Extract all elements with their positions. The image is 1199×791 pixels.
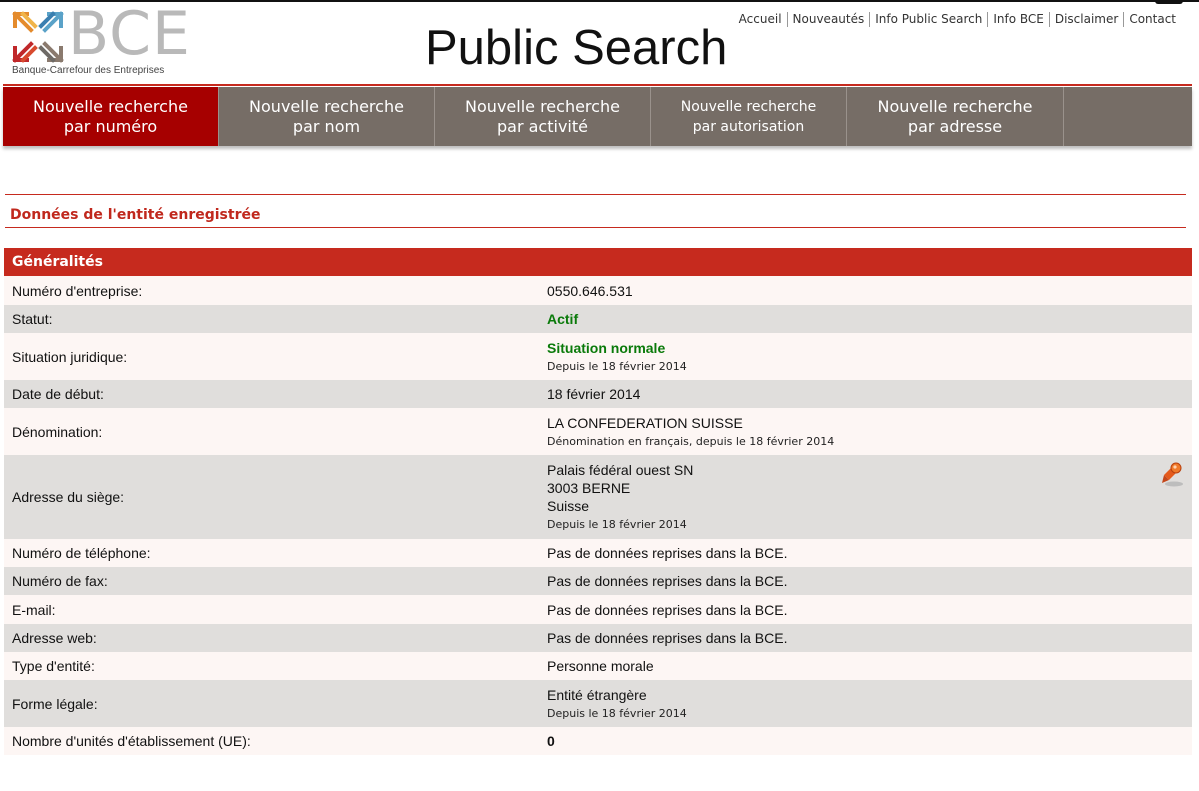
table-row-website: Adresse web: Pas de données reprises dan… <box>4 624 1192 652</box>
tab-line2: par numéro <box>63 116 158 136</box>
table-row-start-date: Date de début: 18 février 2014 <box>4 380 1192 408</box>
row-value: 0550.646.531 <box>547 276 1192 305</box>
tab-line1: Nouvelle recherche <box>680 98 817 115</box>
address-line3: Suisse <box>547 498 590 514</box>
row-value: 0 <box>547 727 1192 755</box>
page: BCE Banque-Carrefour des Entreprises Pub… <box>0 0 1199 791</box>
table-row-phone: Numéro de téléphone: Pas de données repr… <box>4 539 1192 567</box>
table-row-entity-type: Type d'entité: Personne morale <box>4 652 1192 680</box>
main-nav: Nouvelle recherche par numéro Nouvelle r… <box>3 87 1192 146</box>
legal-situation-value: Situation normale <box>547 339 666 356</box>
table-heading: Généralités <box>4 248 1192 276</box>
table-row-legal-situation: Situation juridique: Situation normale D… <box>4 333 1192 380</box>
tab-line1: Nouvelle recherche <box>465 96 620 116</box>
row-label: Type d'entité: <box>12 658 95 674</box>
tab-search-by-authorisation[interactable]: Nouvelle recherche par autorisation <box>651 87 847 146</box>
top-edge-tab <box>1155 0 1183 4</box>
enterprise-number-value: 0550.646.531 <box>547 282 633 299</box>
nav-filler <box>1064 87 1192 146</box>
header-divider <box>3 84 1192 86</box>
website-value: Pas de données reprises dans la BCE. <box>547 630 788 646</box>
status-value: Actif <box>547 311 579 327</box>
start-date-value: 18 février 2014 <box>547 386 641 402</box>
table-row-legal-form: Forme légale: Entité étrangère Depuis le… <box>4 680 1192 727</box>
row-value: Actif <box>547 305 1192 333</box>
tab-line1: Nouvelle recherche <box>249 96 404 116</box>
legal-form-value: Entité étrangère <box>547 686 647 703</box>
tab-line2: par autorisation <box>692 118 805 135</box>
row-label: Dénomination: <box>12 423 103 440</box>
row-label: Forme légale: <box>12 695 98 712</box>
row-value: Pas de données reprises dans la BCE. <box>547 595 1192 624</box>
logo-letters: BCE <box>68 0 191 69</box>
map-pin-icon[interactable] <box>1160 461 1184 487</box>
table-row-enterprise-number: Numéro d'entreprise: 0550.646.531 <box>4 276 1192 305</box>
denomination-note: Dénomination en français, depuis le 18 f… <box>547 434 835 448</box>
logo-caption: Banque-Carrefour des Entreprises <box>12 65 165 76</box>
row-label: E-mail: <box>12 601 56 618</box>
link-disclaimer[interactable]: Disclaimer <box>1048 12 1123 27</box>
phone-value: Pas de données reprises dans la BCE. <box>547 545 788 561</box>
row-value: Personne morale <box>547 652 1192 680</box>
table-row-fax: Numéro de fax: Pas de données reprises d… <box>4 567 1192 595</box>
row-label: Numéro de téléphone: <box>12 545 151 561</box>
bce-logo[interactable]: BCE Banque-Carrefour des Entreprises <box>11 4 201 80</box>
row-value: LA CONFEDERATION SUISSE Dénomination en … <box>547 408 1192 455</box>
row-label: Statut: <box>12 311 53 327</box>
legal-form-note: Depuis le 18 février 2014 <box>547 706 687 720</box>
tab-line2: par adresse <box>907 116 1003 136</box>
row-value: Entité étrangère Depuis le 18 février 20… <box>547 680 1192 727</box>
address-line2: 3003 BERNE <box>547 480 631 496</box>
bce-logo-arrows-icon <box>12 11 64 63</box>
establishment-units-value: 0 <box>547 733 555 749</box>
tab-search-by-activity[interactable]: Nouvelle recherche par activité <box>435 87 651 146</box>
row-label: Nombre d'unités d'établissement (UE): <box>12 733 251 749</box>
tab-line1: Nouvelle recherche <box>33 96 188 116</box>
tab-search-by-address[interactable]: Nouvelle recherche par adresse <box>847 87 1064 146</box>
section-rule-top <box>5 194 1186 195</box>
email-value: Pas de données reprises dans la BCE. <box>547 601 788 618</box>
row-value: Pas de données reprises dans la BCE. <box>547 539 1192 567</box>
tab-line2: par activité <box>497 116 588 136</box>
table-row-email: E-mail: Pas de données reprises dans la … <box>4 595 1192 624</box>
row-value: Situation normale Depuis le 18 février 2… <box>547 333 1192 380</box>
legal-situation-note: Depuis le 18 février 2014 <box>547 359 687 373</box>
table-row-address: Adresse du siège: Palais fédéral ouest S… <box>4 455 1192 539</box>
section-title: Données de l'entité enregistrée <box>10 207 261 223</box>
tab-search-by-number[interactable]: Nouvelle recherche par numéro <box>3 87 219 146</box>
tab-line2: par nom <box>292 116 361 136</box>
denomination-value: LA CONFEDERATION SUISSE <box>547 414 743 431</box>
row-label: Situation juridique: <box>12 348 128 365</box>
table-row-denomination: Dénomination: LA CONFEDERATION SUISSE Dé… <box>4 408 1192 455</box>
row-label: Numéro d'entreprise: <box>12 282 143 299</box>
row-value: Palais fédéral ouest SN 3003 BERNE Suiss… <box>547 455 1192 539</box>
table-row-establishment-units: Nombre d'unités d'établissement (UE): 0 <box>4 727 1192 755</box>
link-nouveautes[interactable]: Nouveautés <box>786 12 870 27</box>
address-line1: Palais fédéral ouest SN <box>547 462 694 478</box>
entity-data-table: Généralités Numéro d'entreprise: 0550.64… <box>4 248 1192 755</box>
fax-value: Pas de données reprises dans la BCE. <box>547 573 788 589</box>
header: BCE Banque-Carrefour des Entreprises Pub… <box>0 0 1199 86</box>
address-note: Depuis le 18 février 2014 <box>547 518 687 531</box>
section-rule-bottom <box>5 227 1186 228</box>
row-label: Adresse du siège: <box>12 489 125 505</box>
row-label: Date de début: <box>12 386 104 402</box>
link-accueil[interactable]: Accueil <box>734 12 787 27</box>
link-info-public-search[interactable]: Info Public Search <box>869 12 987 27</box>
entity-type-value: Personne morale <box>547 658 654 674</box>
row-label: Adresse web: <box>12 630 97 646</box>
link-info-bce[interactable]: Info BCE <box>987 12 1049 27</box>
tab-search-by-name[interactable]: Nouvelle recherche par nom <box>219 87 435 146</box>
row-value: Pas de données reprises dans la BCE. <box>547 567 1192 595</box>
top-links: Accueil Nouveautés Info Public Search In… <box>734 12 1181 27</box>
link-contact[interactable]: Contact <box>1123 12 1181 27</box>
row-value: 18 février 2014 <box>547 380 1192 408</box>
tab-line1: Nouvelle recherche <box>877 96 1033 116</box>
site-title: Public Search <box>425 21 728 75</box>
table-row-status: Statut: Actif <box>4 305 1192 333</box>
row-label: Numéro de fax: <box>12 573 108 589</box>
row-value: Pas de données reprises dans la BCE. <box>547 624 1192 652</box>
